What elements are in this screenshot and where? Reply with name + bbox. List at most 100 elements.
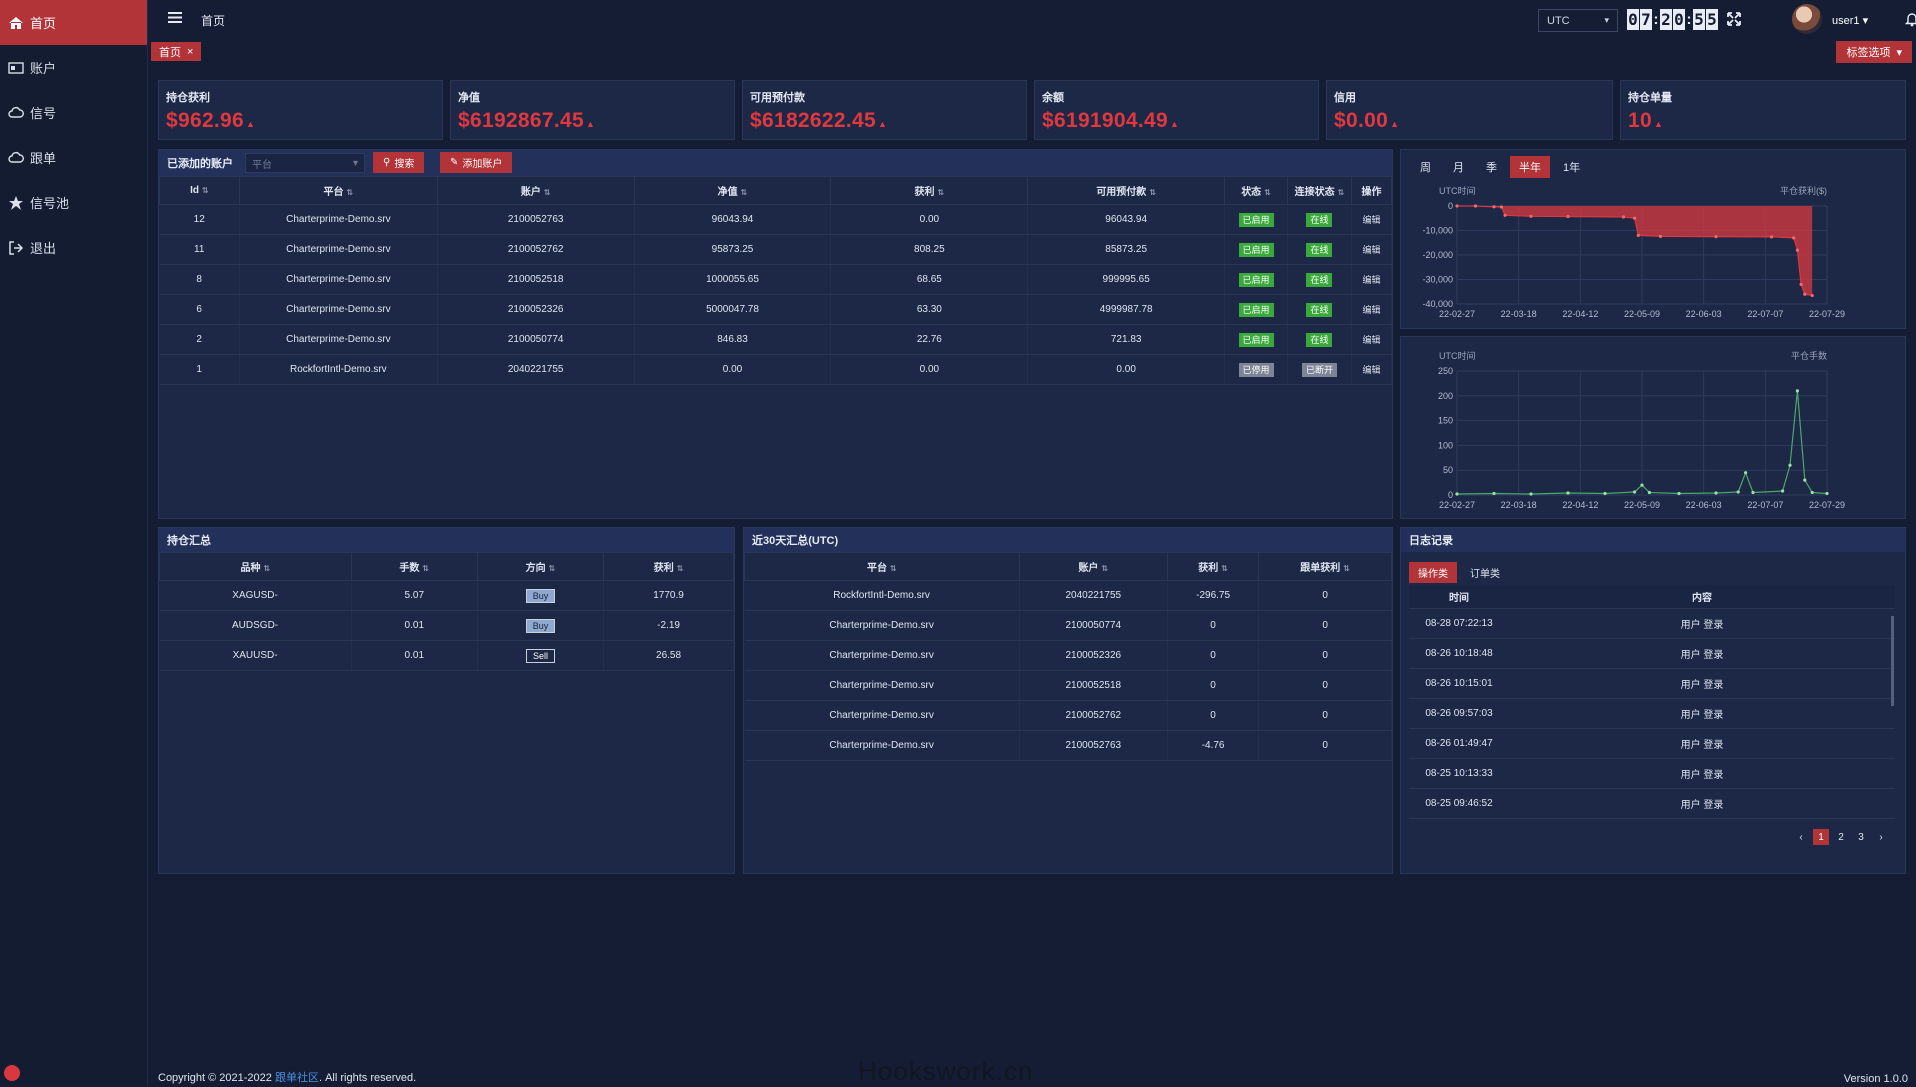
status-badge[interactable]: 已启用: [1239, 273, 1274, 287]
sidebar-item-0[interactable]: 首页: [0, 0, 147, 45]
status-dot[interactable]: [4, 1065, 20, 1081]
stat-label: 净值: [458, 89, 480, 105]
column-header[interactable]: 获利⇅: [831, 177, 1028, 205]
sidebar-item-3[interactable]: 跟单: [0, 135, 147, 180]
edit-link[interactable]: 编辑: [1351, 295, 1391, 325]
avatar[interactable]: [1792, 4, 1822, 34]
y-axis-label: 平仓获利($): [1780, 185, 1827, 196]
status-badge[interactable]: 已停用: [1239, 363, 1274, 377]
sort-icon[interactable]: ⇅: [346, 188, 353, 197]
y-tick-label: -30,000: [1422, 275, 1453, 285]
connection-badge: 在线: [1306, 333, 1332, 347]
sort-icon[interactable]: ⇅: [1221, 564, 1228, 573]
status-badge[interactable]: 已启用: [1239, 303, 1274, 317]
column-header[interactable]: 品种⇅: [160, 553, 352, 581]
stat-value: $962.96▲: [166, 109, 255, 133]
timezone-select[interactable]: UTC▾: [1538, 9, 1618, 32]
status-badge[interactable]: 已启用: [1239, 333, 1274, 347]
tab-options-button[interactable]: 标签选项▾: [1836, 41, 1912, 63]
column-header[interactable]: 方向⇅: [477, 553, 603, 581]
close-icon[interactable]: ×: [187, 46, 193, 58]
sort-icon[interactable]: ⇅: [422, 564, 429, 573]
column-header[interactable]: 手数⇅: [351, 553, 477, 581]
sort-icon[interactable]: ⇅: [202, 186, 209, 195]
sort-icon[interactable]: ⇅: [677, 564, 684, 573]
stat-value: 10▲: [1628, 109, 1663, 133]
column-header[interactable]: 获利⇅: [604, 553, 734, 581]
column-header[interactable]: 净值⇅: [634, 177, 831, 205]
fullscreen-icon[interactable]: [1726, 11, 1742, 27]
sort-icon[interactable]: ⇅: [1264, 188, 1271, 197]
sort-icon[interactable]: ⇅: [544, 188, 551, 197]
column-header[interactable]: 平台⇅: [745, 553, 1020, 581]
sidebar-item-4[interactable]: 信号池: [0, 180, 147, 225]
direction-badge: Buy: [526, 619, 556, 633]
edit-link[interactable]: 编辑: [1351, 235, 1391, 265]
page-button[interactable]: 1: [1813, 829, 1829, 845]
page-button[interactable]: 2: [1833, 829, 1849, 845]
sidebar-item-2[interactable]: 信号: [0, 90, 147, 135]
sort-icon[interactable]: ⇅: [549, 564, 556, 573]
next-page-button[interactable]: ›: [1873, 829, 1889, 845]
column-header[interactable]: 可用预付款⇅: [1028, 177, 1225, 205]
column-header[interactable]: 平台⇅: [239, 177, 437, 205]
sort-icon[interactable]: ⇅: [263, 564, 270, 573]
column-header[interactable]: 获利⇅: [1167, 553, 1258, 581]
sidebar-item-1[interactable]: 账户: [0, 45, 147, 90]
status-badge[interactable]: 已启用: [1239, 213, 1274, 227]
cell-equity: 96043.94: [634, 205, 831, 235]
table-row: 8Charterprime-Demo.srv21000525181000055.…: [160, 265, 1392, 295]
bell-icon[interactable]: [1904, 11, 1916, 27]
sort-icon[interactable]: ⇅: [1343, 564, 1350, 573]
log-list[interactable]: 时间内容 08-28 07:22:13用户 登录08-26 10:18:48用户…: [1409, 585, 1895, 837]
log-tab[interactable]: 操作类: [1409, 562, 1457, 583]
sort-icon[interactable]: ⇅: [890, 564, 897, 573]
cell-copy: 0: [1259, 611, 1392, 641]
stat-card: 净值$6192867.45▲: [450, 80, 735, 140]
edit-link[interactable]: 编辑: [1351, 205, 1391, 235]
data-point: [1529, 215, 1532, 218]
column-header[interactable]: 连接状态⇅: [1288, 177, 1352, 205]
data-point: [1566, 491, 1569, 494]
prev-page-button[interactable]: ‹: [1793, 829, 1809, 845]
menu-icon[interactable]: [168, 12, 182, 23]
log-tab[interactable]: 订单类: [1461, 562, 1509, 583]
sort-icon[interactable]: ⇅: [1149, 188, 1156, 197]
sort-icon[interactable]: ⇅: [1338, 188, 1345, 197]
add-account-button[interactable]: ✎添加账户: [440, 152, 512, 173]
status-badge[interactable]: 已启用: [1239, 243, 1274, 257]
cell-id: 2: [160, 325, 240, 355]
column-header[interactable]: 账户⇅: [1019, 553, 1167, 581]
search-button[interactable]: ⚲搜索: [373, 152, 424, 173]
cell-account: 2100052762: [1019, 701, 1167, 731]
sidebar-item-5[interactable]: 退出: [0, 225, 147, 270]
edit-link[interactable]: 编辑: [1351, 355, 1391, 385]
column-header[interactable]: 跟单获利⇅: [1259, 553, 1392, 581]
stat-label: 持仓单量: [1628, 89, 1672, 105]
scrollbar[interactable]: [1891, 616, 1894, 706]
page-button[interactable]: 3: [1853, 829, 1869, 845]
user-menu[interactable]: user1 ▾: [1832, 14, 1868, 27]
edit-link[interactable]: 编辑: [1351, 265, 1391, 295]
data-point: [1770, 235, 1773, 238]
sort-icon[interactable]: ⇅: [741, 188, 748, 197]
direction-badge: Buy: [526, 589, 556, 603]
cell-profit: 0: [1167, 611, 1258, 641]
sort-icon[interactable]: ⇅: [937, 188, 944, 197]
column-header[interactable]: 账户⇅: [437, 177, 634, 205]
edit-link[interactable]: 编辑: [1351, 325, 1391, 355]
column-header[interactable]: 状态⇅: [1225, 177, 1288, 205]
cell-profit: 26.58: [604, 641, 734, 671]
x-tick-label: 22-07-29: [1809, 500, 1845, 510]
sort-icon[interactable]: ⇅: [1101, 564, 1108, 573]
column-header: 内容: [1509, 589, 1895, 604]
tab-home[interactable]: 首页×: [151, 42, 201, 61]
data-point: [1677, 492, 1680, 495]
cell-id: 1: [160, 355, 240, 385]
platform-select[interactable]: 平台▾: [245, 153, 365, 173]
lots-chart: UTC时间平仓手数25020015010050022-02-2722-03-18…: [1401, 337, 1907, 520]
community-link[interactable]: 跟单社区: [275, 1072, 319, 1084]
column-header[interactable]: Id⇅: [160, 177, 240, 205]
column-header[interactable]: 操作: [1351, 177, 1391, 205]
y-tick-label: 150: [1438, 416, 1453, 426]
